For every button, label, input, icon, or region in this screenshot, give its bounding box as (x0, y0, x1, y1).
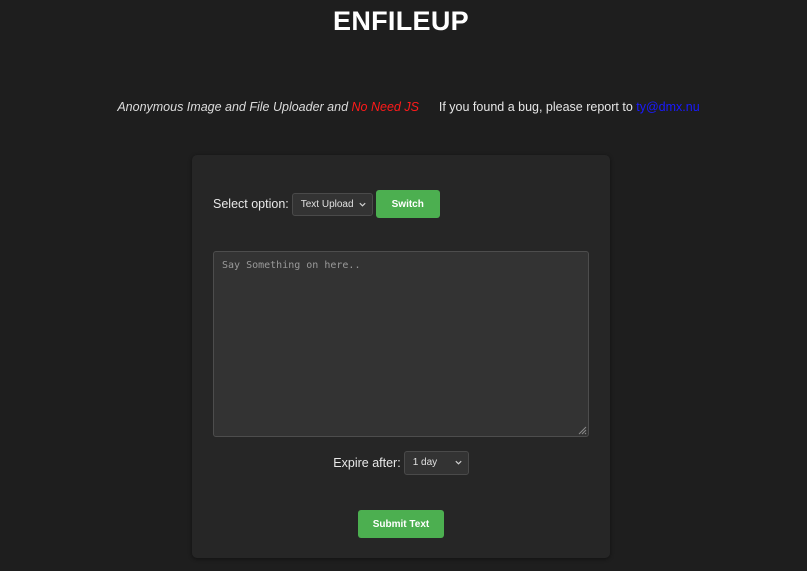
chevron-down-icon (359, 202, 366, 207)
select-option-label: Select option: (213, 197, 289, 211)
option-row: Select option: Text Upload Switch (213, 190, 440, 218)
tagline: Anonymous Image and File Uploader and No… (0, 100, 807, 114)
tagline-description: Anonymous Image and File Uploader and (117, 100, 349, 114)
bug-report-text: If you found a bug, please report to (438, 100, 633, 114)
no-js-note: No Need JS (351, 100, 419, 114)
upload-type-select[interactable]: Text Upload (291, 192, 373, 216)
switch-button[interactable]: Switch (375, 190, 440, 218)
upload-type-value: Text Upload (300, 198, 354, 210)
text-input[interactable] (213, 251, 589, 437)
resize-grip-icon[interactable] (577, 425, 587, 435)
report-email-link[interactable]: ty@dmx.nu (636, 100, 699, 114)
expire-row: Expire after: 1 day (192, 450, 610, 475)
upload-panel: Select option: Text Upload Switch Expire… (192, 155, 610, 558)
expire-label: Expire after: (333, 455, 401, 470)
expire-select[interactable]: 1 day (403, 450, 469, 475)
submit-text-button[interactable]: Submit Text (358, 510, 444, 538)
page: ENFILEUP Anonymous Image and File Upload… (0, 0, 807, 571)
expire-value: 1 day (412, 457, 438, 468)
site-title: ENFILEUP (333, 6, 469, 36)
chevron-down-icon (455, 460, 462, 465)
